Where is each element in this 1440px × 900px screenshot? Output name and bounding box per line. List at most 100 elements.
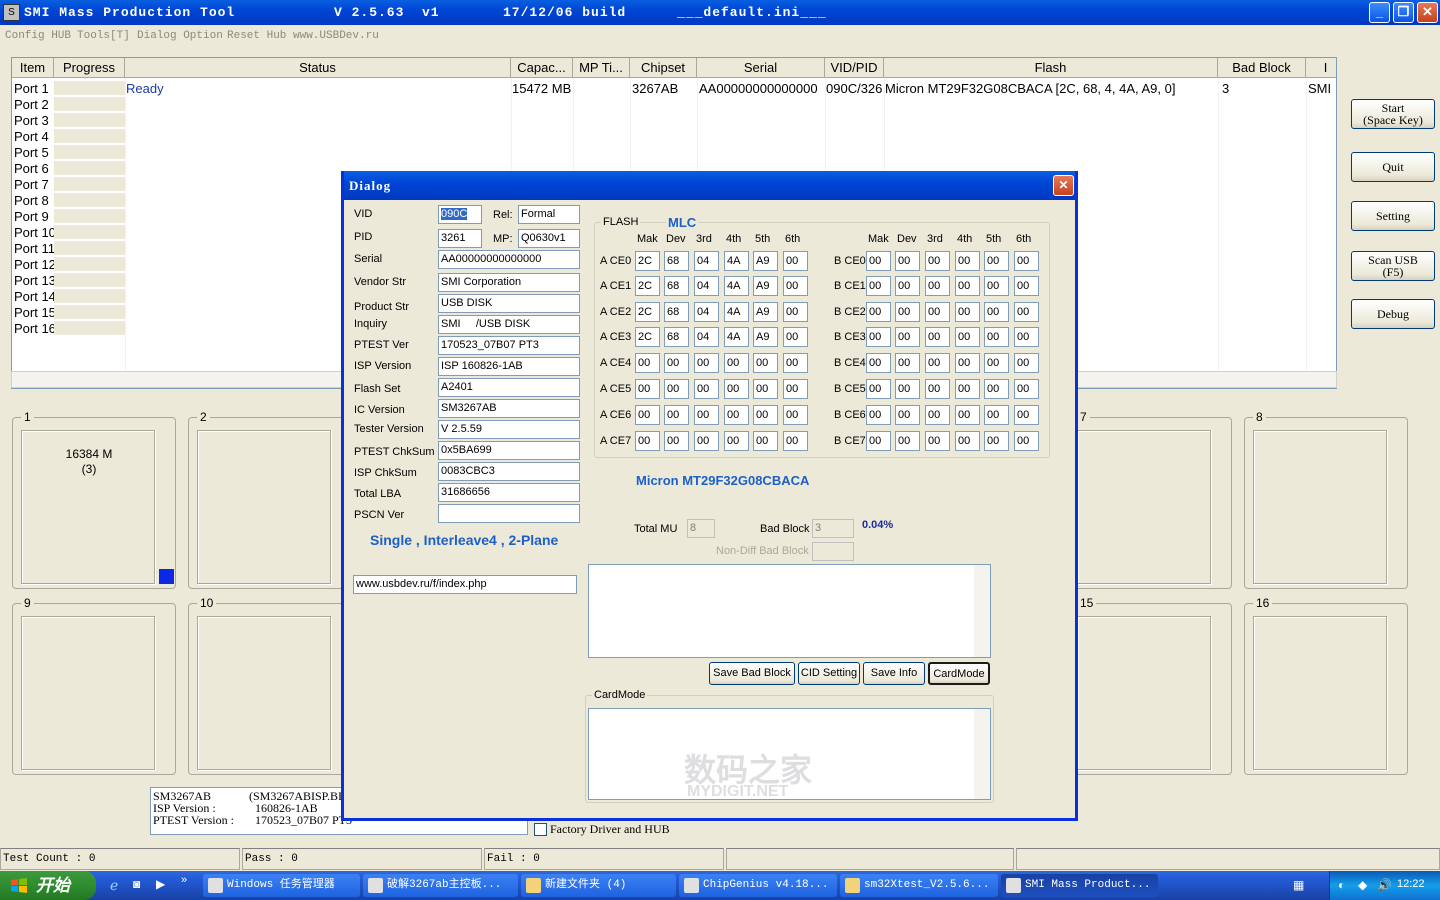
flash-id-byte-field[interactable]: 00 xyxy=(724,431,749,451)
cardmode-scrollbar[interactable] xyxy=(974,709,990,799)
quit-button[interactable]: Quit xyxy=(1351,152,1435,182)
dialog-close-button[interactable]: ✕ xyxy=(1053,175,1074,196)
bad-block-field[interactable]: 3 xyxy=(812,519,854,538)
flash-id-byte-field[interactable]: A9 xyxy=(753,327,778,347)
port-label[interactable]: Port 9 xyxy=(14,209,49,225)
flash-id-byte-field[interactable]: 00 xyxy=(694,405,719,425)
ptest-ver-field[interactable]: 170523_07B07 PT3 xyxy=(438,336,580,355)
port-label[interactable]: Port 10 xyxy=(14,225,54,241)
flash-id-byte-field[interactable]: 00 xyxy=(783,251,808,271)
port-label[interactable]: Port 7 xyxy=(14,177,49,193)
flash-id-byte-field[interactable]: 00 xyxy=(783,353,808,373)
volume-icon[interactable]: 🔊 xyxy=(1377,878,1392,892)
flash-id-byte-field[interactable]: 00 xyxy=(925,353,950,373)
quicklaunch-more-icon[interactable]: » xyxy=(181,874,187,886)
flash-id-byte-field[interactable]: 2C xyxy=(635,327,660,347)
slot-display[interactable] xyxy=(1077,430,1211,584)
flash-id-byte-field[interactable]: 00 xyxy=(783,302,808,322)
flash-id-byte-field[interactable]: 00 xyxy=(925,276,950,296)
flash-id-byte-field[interactable]: 00 xyxy=(753,353,778,373)
flash-id-byte-field[interactable]: 00 xyxy=(895,379,920,399)
log-scrollbar[interactable] xyxy=(974,565,990,657)
factory-driver-checkbox[interactable] xyxy=(534,823,547,836)
col-item[interactable]: Item xyxy=(12,58,54,78)
flash-id-byte-field[interactable]: 00 xyxy=(984,431,1009,451)
vid-field[interactable]: 090C xyxy=(438,205,482,224)
log-textarea[interactable] xyxy=(588,564,991,658)
flash-id-byte-field[interactable]: 00 xyxy=(1014,353,1039,373)
flash-id-byte-field[interactable]: 00 xyxy=(925,379,950,399)
flash-id-byte-field[interactable]: 00 xyxy=(753,405,778,425)
flash-id-byte-field[interactable]: 00 xyxy=(895,327,920,347)
flash-id-byte-field[interactable]: 4A xyxy=(724,276,749,296)
maximize-button[interactable]: ❐ xyxy=(1393,2,1414,23)
port-label[interactable]: Port 12 xyxy=(14,257,54,273)
flash-id-byte-field[interactable]: 00 xyxy=(955,405,980,425)
flash-id-byte-field[interactable]: 00 xyxy=(724,405,749,425)
pid-field[interactable]: 3261 xyxy=(438,229,482,248)
port-label[interactable]: Port 8 xyxy=(14,193,49,209)
menu-usbdev-link[interactable]: www.USBDev.ru xyxy=(293,30,379,42)
save-bad-block-button[interactable]: Save Bad Block xyxy=(709,662,795,685)
flash-id-byte-field[interactable]: 00 xyxy=(1014,379,1039,399)
flash-id-byte-field[interactable]: 00 xyxy=(925,431,950,451)
flash-id-byte-field[interactable]: 00 xyxy=(984,379,1009,399)
menu-dialog-option[interactable]: Dialog Option xyxy=(137,30,223,42)
slot-display[interactable] xyxy=(197,430,331,584)
flash-id-byte-field[interactable]: 00 xyxy=(866,379,891,399)
flash-id-byte-field[interactable]: 00 xyxy=(895,405,920,425)
flash-id-byte-field[interactable]: 00 xyxy=(925,302,950,322)
total-lba-field[interactable]: 31686656 xyxy=(438,483,580,502)
flash-id-byte-field[interactable]: 00 xyxy=(955,431,980,451)
close-button[interactable]: ✕ xyxy=(1417,2,1438,23)
save-info-button[interactable]: Save Info xyxy=(863,662,925,685)
flash-id-byte-field[interactable]: 68 xyxy=(664,276,689,296)
flash-id-byte-field[interactable]: 68 xyxy=(664,327,689,347)
flash-id-byte-field[interactable]: 00 xyxy=(635,405,660,425)
explorer-icon[interactable]: ◙ xyxy=(133,877,140,891)
scan-usb-button[interactable]: Scan USB (F5) xyxy=(1351,251,1435,281)
port-label[interactable]: Port 3 xyxy=(14,113,49,129)
flash-id-byte-field[interactable]: A9 xyxy=(753,251,778,271)
debug-button[interactable]: Debug xyxy=(1351,299,1435,329)
col-status[interactable]: Status xyxy=(125,58,511,78)
flash-id-byte-field[interactable]: A9 xyxy=(753,276,778,296)
slot-display[interactable] xyxy=(197,616,331,770)
vendor-field[interactable]: SMI Corporation xyxy=(438,273,580,292)
flash-id-byte-field[interactable]: 00 xyxy=(955,251,980,271)
flash-id-byte-field[interactable]: 00 xyxy=(866,405,891,425)
task-new-folder[interactable]: 新建文件夹 (4) xyxy=(521,874,676,897)
col-extra[interactable]: I xyxy=(1306,58,1336,78)
port-label[interactable]: Port 4 xyxy=(14,129,49,145)
flash-id-byte-field[interactable]: 00 xyxy=(783,327,808,347)
port-label[interactable]: Port 1 xyxy=(14,81,49,97)
flash-id-byte-field[interactable]: 00 xyxy=(925,327,950,347)
clock[interactable]: 12:22 xyxy=(1397,878,1425,890)
flash-id-byte-field[interactable]: 00 xyxy=(984,405,1009,425)
start-menu-button[interactable]: 开始 xyxy=(0,871,96,900)
flash-id-byte-field[interactable]: 00 xyxy=(866,431,891,451)
port-label[interactable]: Port 5 xyxy=(14,145,49,161)
network-icon[interactable]: ◐ xyxy=(1338,878,1345,892)
flash-id-byte-field[interactable]: 00 xyxy=(694,379,719,399)
flash-id-byte-field[interactable]: 00 xyxy=(783,431,808,451)
flash-id-byte-field[interactable]: 00 xyxy=(955,302,980,322)
slot-display[interactable] xyxy=(21,616,155,770)
flash-id-byte-field[interactable]: 00 xyxy=(866,302,891,322)
flash-id-byte-field[interactable]: 00 xyxy=(955,276,980,296)
serial-field[interactable]: AA00000000000000 xyxy=(438,250,580,269)
col-mp-time[interactable]: MP Ti... xyxy=(573,58,630,78)
total-mu-field[interactable]: 8 xyxy=(687,519,715,538)
tester-version-field[interactable]: V 2.5.59 xyxy=(438,420,580,439)
flash-id-byte-field[interactable]: 00 xyxy=(984,327,1009,347)
flash-id-byte-field[interactable]: 4A xyxy=(724,302,749,322)
flash-id-byte-field[interactable]: 68 xyxy=(664,251,689,271)
url-field[interactable]: www.usbdev.ru/f/index.php xyxy=(353,575,577,594)
flash-id-byte-field[interactable]: 00 xyxy=(895,431,920,451)
slot-display[interactable] xyxy=(1253,616,1387,770)
flash-set-field[interactable]: A2401 xyxy=(438,378,580,397)
flash-id-byte-field[interactable]: 00 xyxy=(664,405,689,425)
flash-id-byte-field[interactable]: 00 xyxy=(635,353,660,373)
flash-id-byte-field[interactable]: 00 xyxy=(724,353,749,373)
flash-id-byte-field[interactable]: 00 xyxy=(866,327,891,347)
